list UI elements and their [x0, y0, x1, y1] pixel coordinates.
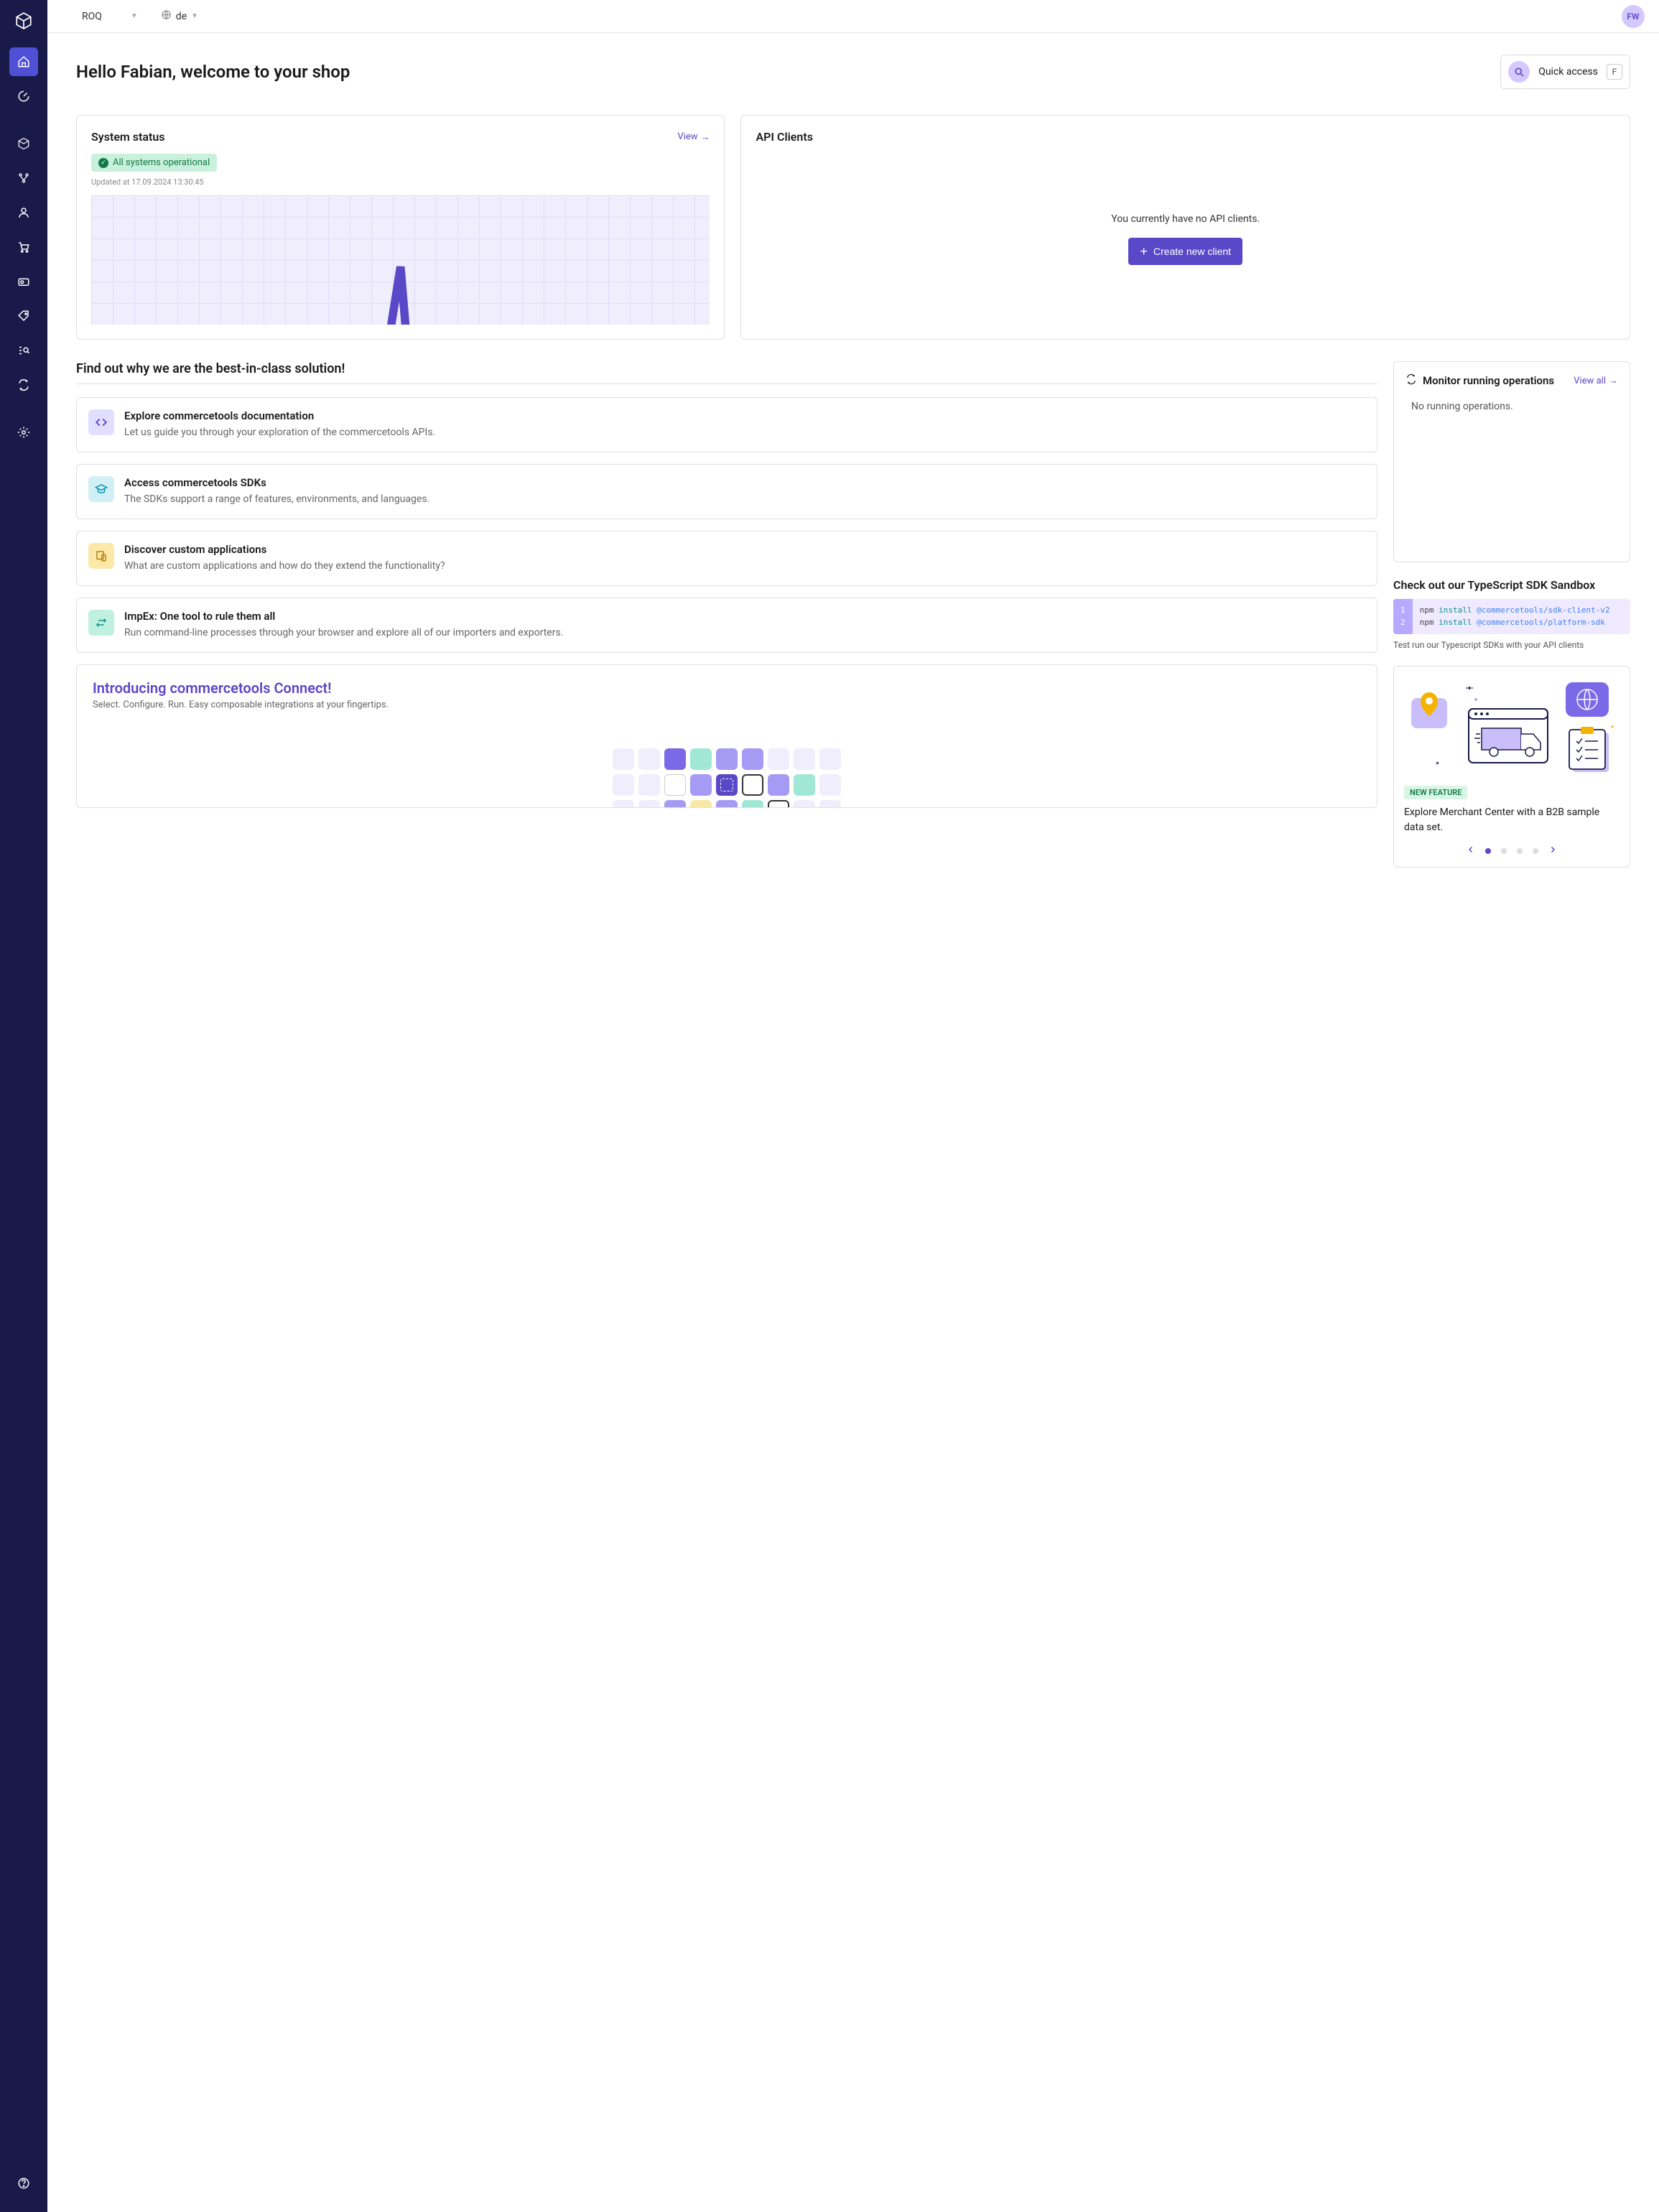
carousel-next[interactable] [1548, 845, 1557, 857]
user-avatar[interactable]: FW [1622, 5, 1645, 28]
nav-dashboard[interactable] [9, 82, 38, 111]
monitor-view-all-link[interactable]: View all → [1574, 375, 1618, 386]
nav-payments[interactable] [9, 267, 38, 296]
project-name: ROQ [82, 11, 102, 22]
nav-categories[interactable] [9, 164, 38, 192]
sdk-subtitle: Test run our Typescript SDKs with your A… [1393, 640, 1630, 650]
nav-catalog[interactable] [9, 129, 38, 158]
system-status-badge: ✓ All systems operational [91, 154, 217, 172]
connect-promo-card[interactable]: Introducing commercetools Connect! Selec… [76, 664, 1377, 808]
link-card-custom-apps[interactable]: Discover custom applications What are cu… [76, 531, 1377, 586]
carousel-dot[interactable] [1533, 848, 1538, 854]
link-card-sdks[interactable]: Access commercetools SDKs The SDKs suppo… [76, 464, 1377, 519]
system-status-card: System status View → ✓ All systems opera… [76, 115, 725, 340]
feature-carousel-card: NEW FEATURE Explore Merchant Center with… [1393, 666, 1630, 868]
globe-icon [161, 9, 172, 23]
nav-operations[interactable] [9, 371, 38, 399]
arrow-right-icon: → [1609, 375, 1618, 386]
link-card-desc: Let us guide you through your exploratio… [124, 425, 435, 440]
create-client-button[interactable]: + Create new client [1128, 238, 1242, 265]
best-in-class-title: Find out why we are the best-in-class so… [76, 361, 1377, 376]
nav-home[interactable] [9, 47, 38, 76]
api-clients-empty-text: You currently have no API clients. [1111, 213, 1260, 225]
connect-illustration [113, 748, 1341, 808]
device-icon [88, 543, 114, 569]
link-card-desc: What are custom applications and how do … [124, 559, 445, 574]
carousel-dot[interactable] [1501, 848, 1507, 854]
link-card-desc: Run command-line processes through your … [124, 626, 563, 641]
nav-customers[interactable] [9, 198, 38, 227]
check-icon: ✓ [98, 158, 108, 168]
chevron-down-icon: ▼ [131, 12, 138, 20]
education-icon [88, 476, 114, 502]
monitor-operations-card: Monitor running operations View all → No… [1393, 361, 1630, 562]
arrow-right-icon: → [700, 131, 710, 143]
monitor-title: Monitor running operations [1423, 374, 1554, 387]
api-clients-title: API Clients [756, 130, 812, 144]
topbar: ROQ ▼ de ▼ FW [47, 0, 1659, 33]
carousel-dot[interactable] [1485, 848, 1491, 854]
system-status-view-link[interactable]: View → [677, 131, 710, 143]
code-icon [88, 409, 114, 435]
quick-access-button[interactable]: Quick access F [1500, 55, 1630, 89]
quick-access-key: F [1607, 64, 1622, 80]
feature-carousel-nav [1404, 845, 1620, 857]
link-card-docs[interactable]: Explore commercetools documentation Let … [76, 397, 1377, 452]
link-card-title: Access commercetools SDKs [124, 476, 429, 489]
sidebar [0, 0, 47, 2212]
nav-search[interactable] [9, 336, 38, 365]
carousel-dot[interactable] [1517, 848, 1523, 854]
nav-settings[interactable] [9, 418, 38, 447]
plus-icon: + [1140, 245, 1148, 258]
carousel-prev[interactable] [1467, 845, 1475, 857]
nav-orders[interactable] [9, 233, 38, 261]
sdk-sandbox-card: Check out our TypeScript SDK Sandbox 12 … [1393, 578, 1630, 650]
link-card-impex[interactable]: ImpEx: One tool to rule them all Run com… [76, 598, 1377, 653]
system-status-title: System status [91, 130, 165, 144]
link-card-desc: The SDKs support a range of features, en… [124, 492, 429, 507]
link-card-title: Discover custom applications [124, 543, 445, 556]
language-code: de [176, 11, 187, 22]
new-feature-badge: NEW FEATURE [1404, 786, 1467, 799]
logo-icon [14, 11, 33, 33]
chevron-down-icon: ▼ [191, 12, 198, 20]
quick-access-label: Quick access [1538, 66, 1598, 78]
api-clients-card: API Clients You currently have no API cl… [740, 115, 1630, 340]
project-selector[interactable]: ROQ ▼ [76, 8, 144, 25]
search-icon [1508, 61, 1530, 83]
connect-title: Introducing commercetools Connect! [93, 679, 1361, 697]
heartbeat-chart [91, 195, 710, 325]
page-title: Hello Fabian, welcome to your shop [76, 62, 350, 82]
nav-discounts[interactable] [9, 302, 38, 330]
sdk-title: Check out our TypeScript SDK Sandbox [1393, 578, 1630, 592]
link-card-title: ImpEx: One tool to rule them all [124, 610, 563, 623]
feature-text: Explore Merchant Center with a B2B sampl… [1404, 805, 1620, 835]
language-selector[interactable]: de ▼ [155, 6, 204, 26]
nav-help[interactable] [9, 2169, 38, 2198]
refresh-icon [1405, 373, 1417, 388]
connect-subtitle: Select. Configure. Run. Easy composable … [93, 700, 1361, 710]
system-status-updated: Updated at 17.09.2024 13:30:45 [91, 177, 710, 187]
sdk-code-block[interactable]: 12 npm install @commercetools/sdk-client… [1393, 599, 1630, 634]
monitor-empty-text: No running operations. [1405, 401, 1618, 412]
feature-illustration [1404, 677, 1620, 777]
swap-icon [88, 610, 114, 636]
link-card-title: Explore commercetools documentation [124, 409, 435, 422]
